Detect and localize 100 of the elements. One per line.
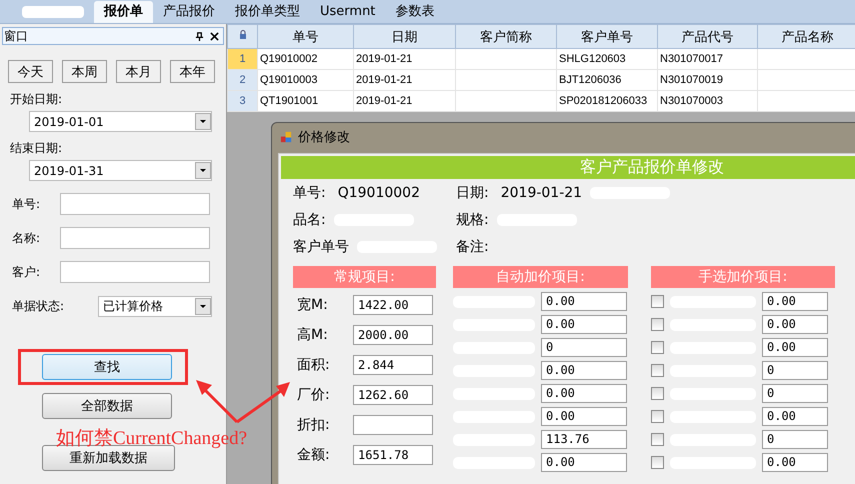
action-button[interactable]: 查找 [42, 354, 172, 380]
input-field[interactable]: 0.00 [762, 338, 828, 357]
input-field[interactable] [60, 193, 210, 215]
checkbox[interactable] [651, 318, 664, 331]
input-field[interactable]: 0 [762, 361, 828, 380]
table-cell: N301070017 [660, 53, 724, 65]
close-icon[interactable] [210, 32, 219, 40]
dialog-title: 价格修改 [298, 129, 350, 146]
app-icon [280, 130, 293, 144]
banner-title: 客户产品报价单修改 [580, 157, 724, 178]
panel-title: 窗口 [4, 28, 29, 44]
input-field[interactable]: 1651.78 [353, 445, 433, 465]
input-field[interactable]: 0.00 [541, 453, 627, 472]
input-field[interactable]: 0 [762, 384, 828, 403]
field-label: 客户: [12, 264, 42, 280]
row-number[interactable]: 2 [228, 70, 258, 90]
info-value: Q19010002 [336, 184, 420, 200]
input-field[interactable]: 0 [541, 338, 627, 357]
annotation-arrow [236, 382, 290, 424]
input-field[interactable] [353, 415, 433, 435]
field-label: 单据状态: [12, 298, 66, 315]
dropdown-icon [195, 298, 211, 315]
quick-date-button[interactable]: 本月 [116, 60, 161, 83]
field-label: 高M: [296, 326, 329, 344]
info-label: 品名: [293, 210, 326, 228]
tab[interactable]: 报价单 [94, 1, 153, 23]
input-field[interactable]: 0.00 [541, 384, 627, 403]
input-field[interactable]: 2000.00 [353, 325, 433, 345]
tab[interactable]: Usermnt [310, 1, 386, 23]
quick-date-button[interactable]: 今天 [8, 60, 53, 83]
action-button[interactable]: 全部数据 [42, 393, 172, 419]
info-label: 单号: [293, 184, 326, 202]
input-field[interactable] [60, 227, 210, 249]
column-header[interactable]: 日期 [354, 24, 456, 48]
section-header: 手选加价项目: [651, 266, 835, 288]
row-number[interactable]: 1 [228, 48, 258, 70]
date-picker[interactable]: 2019-01-31 [29, 160, 212, 181]
info-label: 规格: [456, 210, 489, 228]
info-label: 客户单号 [293, 238, 349, 256]
table-cell: SP020181206033 [559, 95, 648, 107]
input-field[interactable]: 0 [762, 430, 828, 449]
table-cell: N301070003 [660, 95, 724, 107]
field-label: 面积: [296, 356, 331, 374]
input-field[interactable]: 0.00 [762, 292, 828, 311]
field-label: 开始日期: [10, 91, 64, 108]
date-picker[interactable]: 2019-01-01 [29, 111, 212, 132]
input-field[interactable] [60, 261, 210, 283]
column-header[interactable]: 客户简称 [456, 24, 556, 48]
section-header: 常规项目: [293, 266, 436, 288]
input-field[interactable]: 0.00 [541, 292, 627, 311]
dropdown-icon [195, 113, 211, 130]
info-label: 日期: [456, 184, 489, 202]
tab[interactable]: 产品报价 [153, 1, 225, 23]
field-label: 单号: [12, 196, 42, 212]
table-cell: Q19010002 [260, 53, 318, 65]
row-number[interactable]: 3 [228, 90, 258, 112]
quick-date-button[interactable]: 本周 [62, 60, 107, 83]
info-value: 2019-01-21 [500, 184, 582, 200]
quick-date-button[interactable]: 本年 [170, 60, 215, 83]
lock-icon [238, 30, 246, 40]
table-cell: N301070019 [660, 74, 724, 86]
field-label: 结束日期: [10, 140, 64, 157]
input-field[interactable]: 0.00 [762, 453, 828, 472]
input-field[interactable]: 1422.00 [353, 295, 433, 315]
input-field[interactable]: 2.844 [353, 355, 433, 375]
table-cell: 2019-01-21 [356, 95, 412, 107]
input-field[interactable]: 0.00 [541, 361, 627, 380]
info-label: 备注: [456, 238, 489, 256]
checkbox[interactable] [651, 433, 664, 446]
column-header[interactable]: 客户单号 [556, 24, 658, 48]
checkbox[interactable] [651, 295, 664, 308]
table-cell: QT1901001 [260, 95, 318, 107]
checkbox[interactable] [651, 341, 664, 354]
input-field[interactable]: 0.00 [762, 407, 828, 426]
input-field[interactable]: 113.76 [541, 430, 627, 449]
status-dropdown[interactable]: 已计算价格 [98, 296, 212, 317]
column-header[interactable]: 产品代号 [658, 24, 758, 48]
checkbox[interactable] [651, 456, 664, 469]
field-label: 名称: [12, 230, 42, 246]
annotation-arrow [196, 380, 238, 424]
checkbox[interactable] [651, 410, 664, 423]
column-header[interactable]: 单号 [258, 24, 354, 48]
table-cell: BJT1206036 [559, 74, 622, 86]
input-field[interactable]: 0.00 [762, 315, 828, 334]
column-header[interactable]: 产品名称 [758, 24, 855, 48]
table-cell: 2019-01-21 [356, 74, 412, 86]
tab[interactable]: 参数表 [385, 1, 444, 23]
dropdown-icon [195, 162, 211, 179]
pin-icon[interactable] [195, 32, 204, 40]
tab[interactable]: 报价单类型 [225, 1, 310, 23]
section-header: 自动加价项目: [453, 266, 628, 288]
field-label: 宽M: [296, 296, 329, 314]
input-field[interactable]: 1262.60 [353, 385, 433, 405]
table-cell: 2019-01-21 [356, 53, 412, 65]
input-field[interactable]: 0.00 [541, 407, 627, 426]
field-label: 厂价: [296, 386, 331, 404]
table-cell: SHLG120603 [559, 53, 626, 65]
checkbox[interactable] [651, 387, 664, 400]
input-field[interactable]: 0.00 [541, 315, 627, 334]
checkbox[interactable] [651, 364, 664, 377]
